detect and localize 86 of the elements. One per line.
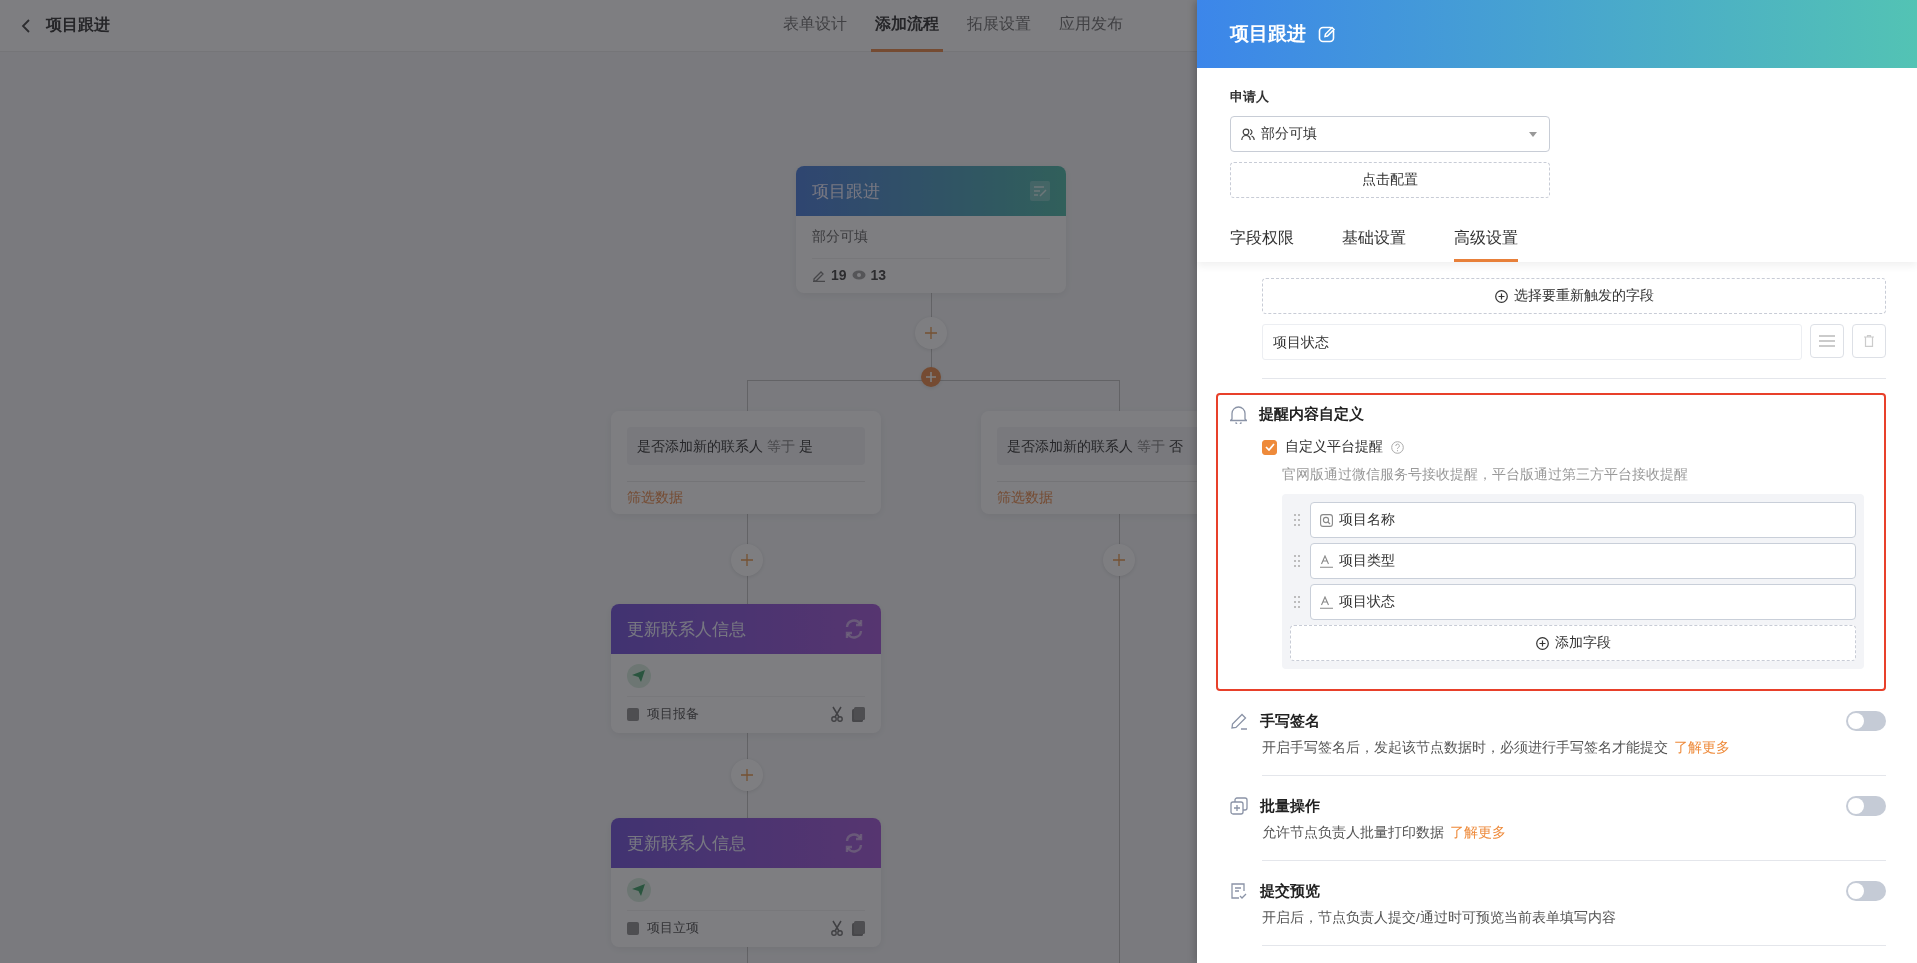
stacked-plus-icon	[1230, 797, 1248, 815]
menu-button[interactable]	[1810, 324, 1844, 358]
form-name: 项目报备	[647, 705, 699, 723]
action-node[interactable]: 更新联系人信息 项目立项	[611, 818, 881, 947]
clipboard-icon	[627, 707, 639, 721]
plus-icon	[1113, 554, 1125, 566]
nav-tab[interactable]: 拓展设置	[963, 0, 1035, 52]
drag-handle-icon[interactable]	[1294, 514, 1300, 526]
drag-handle-icon[interactable]	[1294, 555, 1300, 567]
view-count: 13	[870, 267, 887, 283]
plus-circle-icon	[1494, 289, 1508, 303]
eye-icon	[851, 270, 866, 280]
edit-count: 19	[831, 267, 847, 283]
search-field-icon	[1320, 513, 1333, 527]
setting-title: 批量操作	[1260, 796, 1320, 816]
setting-description: 开启手写签名后，发起该节点数据时，必须进行手写签名才能提交	[1262, 739, 1668, 757]
settings-tab[interactable]: 字段权限	[1230, 224, 1294, 262]
node-subtitle: 部分可填	[812, 228, 869, 246]
settings-tab[interactable]: 基础设置	[1342, 224, 1406, 262]
plus-icon	[741, 554, 753, 566]
add-node-button[interactable]	[915, 317, 947, 349]
scissors-icon[interactable]	[830, 920, 844, 936]
toggle-switch[interactable]	[1846, 711, 1886, 731]
add-node-button[interactable]	[731, 544, 763, 576]
trash-icon	[1864, 335, 1874, 347]
setting-title: 手写签名	[1260, 711, 1320, 731]
learn-more-link[interactable]: 了解更多	[1674, 739, 1730, 757]
scissors-icon[interactable]	[830, 706, 844, 722]
caret-icon	[1529, 131, 1537, 137]
pen-icon	[1230, 712, 1248, 730]
field-item: 项目状态	[1262, 324, 1802, 360]
send-icon	[627, 664, 651, 688]
nav-tab[interactable]: 添加流程	[871, 0, 943, 52]
setting-description: 开启后，节点负责人提交/通过时可预览当前表单填写内容	[1262, 909, 1616, 927]
drawer-title: 项目跟进	[1230, 22, 1306, 46]
action-node[interactable]: 更新联系人信息 项目报备	[611, 604, 881, 733]
field-label: 申请人	[1230, 88, 1269, 106]
toggle-switch[interactable]	[1846, 881, 1886, 901]
plus-icon	[926, 372, 936, 382]
filter-link[interactable]: 筛选数据	[627, 489, 683, 505]
node-title: 更新联系人信息	[627, 618, 746, 641]
back-icon[interactable]	[20, 17, 32, 34]
add-node-button[interactable]	[731, 759, 763, 791]
document-check-icon	[1230, 882, 1248, 900]
clipboard-icon	[627, 921, 639, 935]
node-title: 更新联系人信息	[627, 832, 746, 855]
learn-more-link[interactable]: 了解更多	[1450, 824, 1506, 842]
filter-link[interactable]: 筛选数据	[997, 489, 1053, 505]
start-node[interactable]: 项目跟进 部分可填 19 13	[796, 166, 1066, 293]
text-field-icon	[1320, 554, 1333, 568]
menu-icon	[1819, 335, 1835, 347]
plus-icon	[741, 769, 753, 781]
checkbox[interactable]	[1262, 439, 1277, 455]
section-title: 提醒内容自定义	[1259, 405, 1364, 424]
help-icon[interactable]	[1391, 440, 1404, 454]
field-item[interactable]: 项目状态	[1310, 584, 1856, 620]
bell-icon	[1230, 405, 1247, 424]
toggle-switch[interactable]	[1846, 796, 1886, 816]
configure-button[interactable]: 点击配置	[1230, 162, 1550, 198]
plus-circle-icon	[1535, 636, 1549, 650]
copy-icon[interactable]	[852, 920, 865, 936]
plus-icon	[925, 327, 937, 339]
add-field-button[interactable]: 添加字段	[1290, 625, 1856, 661]
drag-handle-icon[interactable]	[1294, 596, 1300, 608]
add-branch-button[interactable]	[921, 367, 941, 387]
hint-text: 官网版通过微信服务号接收提醒，平台版通过第三方平台接收提醒	[1282, 466, 1689, 484]
setting-title: 提交预览	[1260, 881, 1320, 901]
send-icon	[627, 878, 651, 902]
text-field-icon	[1320, 595, 1333, 609]
field-item[interactable]: 项目名称	[1310, 502, 1856, 538]
permission-select[interactable]: 部分可填	[1230, 116, 1550, 152]
edit-icon[interactable]	[1318, 25, 1336, 43]
form-name: 项目立项	[647, 919, 699, 937]
node-title: 项目跟进	[812, 180, 880, 203]
add-node-button[interactable]	[1103, 544, 1135, 576]
settings-tab[interactable]: 高级设置	[1454, 224, 1518, 262]
copy-icon[interactable]	[852, 706, 865, 722]
nav-tab[interactable]: 应用发布	[1055, 0, 1127, 52]
page-title: 项目跟进	[46, 15, 110, 35]
nav-tab[interactable]: 表单设计	[779, 0, 851, 52]
setting-description: 允许节点负责人批量打印数据	[1262, 824, 1444, 842]
checkbox-label: 自定义平台提醒	[1285, 438, 1383, 456]
select-fields-button[interactable]: 选择要重新触发的字段	[1262, 278, 1886, 314]
delete-button[interactable]	[1852, 324, 1886, 358]
field-item[interactable]: 项目类型	[1310, 543, 1856, 579]
users-icon	[1241, 127, 1255, 141]
